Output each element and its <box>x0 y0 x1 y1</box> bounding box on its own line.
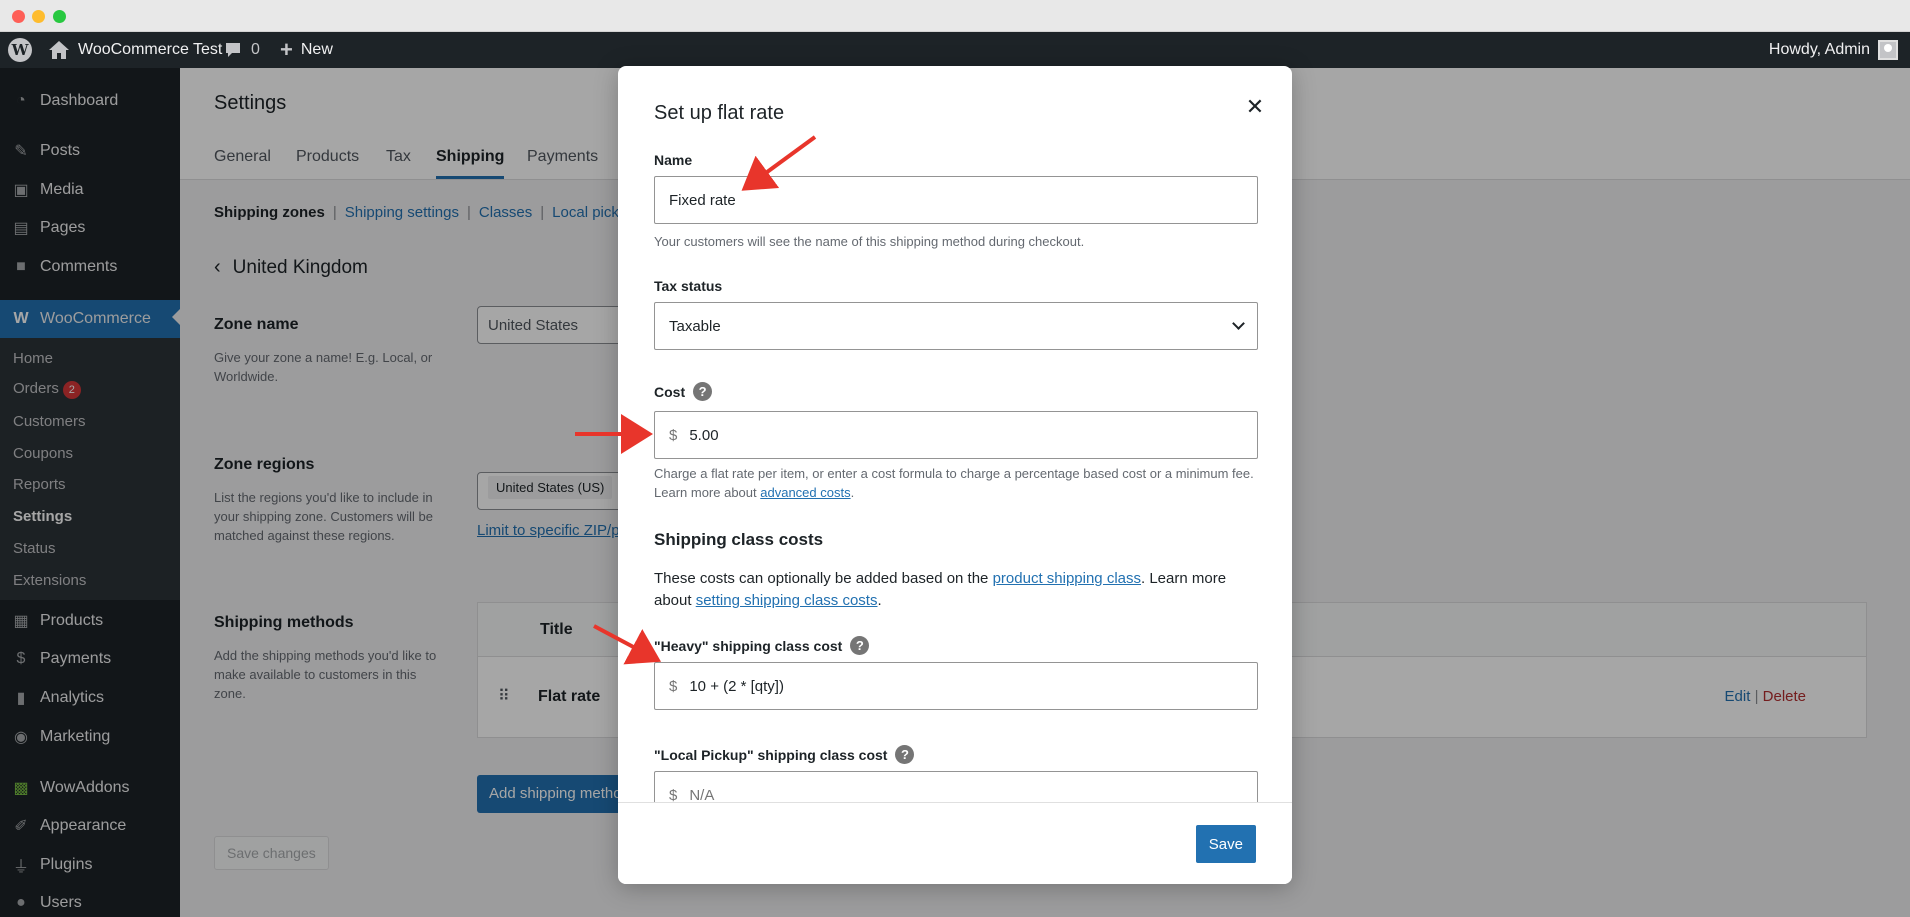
close-icon: ✕ <box>1245 94 1265 119</box>
name-input[interactable]: Fixed rate <box>654 176 1258 224</box>
cost-input[interactable]: $ 5.00 <box>654 411 1258 459</box>
shipping-class-costs-heading: Shipping class costs <box>654 530 824 549</box>
modal-footer: Save <box>618 802 1292 884</box>
avatar <box>1878 40 1898 60</box>
close-window-button[interactable] <box>12 10 25 23</box>
close-modal-button[interactable]: ✕ <box>1240 92 1270 122</box>
save-button[interactable]: Save <box>1195 825 1256 863</box>
heavy-class-cost-input[interactable]: $ 10 + (2 * [qty]) <box>654 662 1258 710</box>
site-name-link[interactable]: WooCommerce Test <box>48 32 222 68</box>
help-icon[interactable]: ? <box>850 636 870 655</box>
tax-status-select[interactable]: Taxable <box>654 302 1258 350</box>
flat-rate-modal: Set up flat rate ✕ Name Fixed rate Your … <box>618 66 1292 884</box>
minimize-window-button[interactable] <box>32 10 45 23</box>
cost-label: Cost ? <box>654 382 713 401</box>
comments-count: 0 <box>251 41 260 58</box>
wordpress-logo-menu[interactable]: W <box>8 32 32 68</box>
advanced-costs-link[interactable]: advanced costs <box>760 485 850 500</box>
comment-icon <box>226 43 240 57</box>
comments-link[interactable]: 0 <box>223 32 260 68</box>
wordpress-icon: W <box>8 38 32 62</box>
new-content-link[interactable]: + New <box>280 32 333 68</box>
chevron-down-icon <box>1232 317 1245 330</box>
site-name-label: WooCommerce Test <box>78 41 223 58</box>
admin-bar: W WooCommerce Test 0 + New Howdy, Admin <box>0 32 1910 68</box>
help-icon[interactable]: ? <box>693 382 713 401</box>
modal-title: Set up flat rate <box>654 102 785 124</box>
product-shipping-class-link[interactable]: product shipping class <box>993 570 1141 587</box>
my-account-menu[interactable]: Howdy, Admin <box>1769 32 1898 68</box>
name-value: Fixed rate <box>669 191 736 209</box>
local-pickup-placeholder: N/A <box>689 786 715 804</box>
tax-status-value: Taxable <box>669 317 721 335</box>
setting-shipping-class-costs-link[interactable]: setting shipping class costs <box>696 592 878 609</box>
howdy-label: Howdy, Admin <box>1768 41 1870 58</box>
help-icon[interactable]: ? <box>895 745 915 764</box>
currency-prefix: $ <box>669 426 678 444</box>
local-pickup-class-cost-label: "Local Pickup" shipping class cost ? <box>654 745 915 764</box>
heavy-class-cost-label: "Heavy" shipping class cost ? <box>654 636 870 655</box>
currency-prefix: $ <box>669 786 678 804</box>
name-label: Name <box>654 152 693 168</box>
shipping-class-description: These costs can optionally be added base… <box>654 570 1227 609</box>
maximize-window-button[interactable] <box>53 10 66 23</box>
home-icon <box>49 41 69 59</box>
plus-icon: + <box>280 37 293 62</box>
cost-value: 5.00 <box>689 426 719 444</box>
currency-prefix: $ <box>669 677 678 695</box>
window-titlebar <box>0 0 1910 32</box>
tax-status-label: Tax status <box>654 278 723 294</box>
cost-help-text: Charge a flat rate per item, or enter a … <box>654 466 1254 500</box>
heavy-class-cost-value: 10 + (2 * [qty]) <box>689 677 784 695</box>
new-label: New <box>300 41 333 58</box>
name-help-text: Your customers will see the name of this… <box>654 234 1085 249</box>
